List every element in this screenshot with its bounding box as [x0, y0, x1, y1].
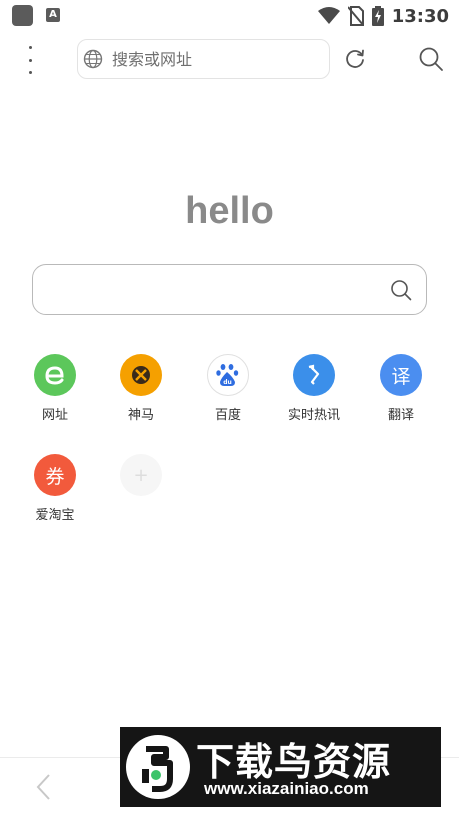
- status-bar: A 13:30: [0, 0, 459, 32]
- shortcut-wangzhi[interactable]: 网址: [15, 354, 95, 434]
- shortcut-label: 爱淘宝: [35, 508, 75, 523]
- shortcut-label: 网址: [41, 408, 68, 423]
- browser-toolbar: [0, 36, 459, 84]
- add-glyph: +: [133, 464, 149, 486]
- shortcut-label: 实时热讯: [287, 408, 340, 423]
- no-sim-icon: [347, 6, 364, 26]
- home-logo: hello: [185, 190, 274, 232]
- shortcut-label: 神马: [127, 408, 154, 423]
- shortcut-label: 百度: [214, 408, 241, 423]
- search-icon[interactable]: [418, 46, 444, 72]
- watermark-banner: 下载鸟资源 www.xiazainiao.com: [120, 727, 441, 807]
- status-icons: 13:30: [317, 4, 449, 28]
- shortcut-label: 翻译: [387, 408, 414, 423]
- shortcut-add[interactable]: +: [101, 454, 181, 534]
- search-icon[interactable]: [390, 279, 412, 301]
- add-shortcut-icon: +: [120, 454, 162, 496]
- translate-glyph: 译: [391, 365, 411, 388]
- a-badge-icon: A: [46, 8, 60, 22]
- e-browser-icon: [34, 354, 76, 396]
- more-vertical-icon[interactable]: [20, 46, 40, 74]
- watermark-url: www.xiazainiao.com: [204, 779, 369, 798]
- shortcut-translate[interactable]: 译 翻译: [361, 354, 441, 434]
- app-square-icon: [12, 5, 33, 26]
- globe-icon: [83, 49, 103, 69]
- shenma-icon: [120, 354, 162, 396]
- chevron-left-icon[interactable]: [30, 770, 58, 804]
- shortcut-baidu[interactable]: du 百度: [188, 354, 268, 434]
- status-time: 13:30: [391, 5, 449, 27]
- baidu-paw-icon: du: [207, 354, 249, 396]
- main-search-box[interactable]: [32, 264, 427, 315]
- baidu-du-glyph: du: [223, 379, 232, 386]
- news-arrow-icon: [293, 354, 335, 396]
- watermark-title: 下载鸟资源: [196, 740, 392, 784]
- address-bar[interactable]: [77, 39, 330, 79]
- refresh-icon[interactable]: [343, 47, 367, 71]
- shortcut-shenma[interactable]: 神马: [101, 354, 181, 434]
- wifi-icon: [317, 7, 340, 24]
- coupon-glyph: 券: [45, 465, 65, 488]
- shortcut-realtime-news[interactable]: 实时热讯: [274, 354, 354, 434]
- address-input[interactable]: [112, 46, 322, 72]
- coupon-icon: 券: [34, 454, 76, 496]
- translate-icon: 译: [380, 354, 422, 396]
- battery-charging-icon: [371, 6, 384, 26]
- main-search-input[interactable]: [47, 275, 381, 307]
- watermark-bird-logo-icon: [126, 735, 190, 799]
- shortcut-ai-taobao[interactable]: 券 爱淘宝: [15, 454, 95, 534]
